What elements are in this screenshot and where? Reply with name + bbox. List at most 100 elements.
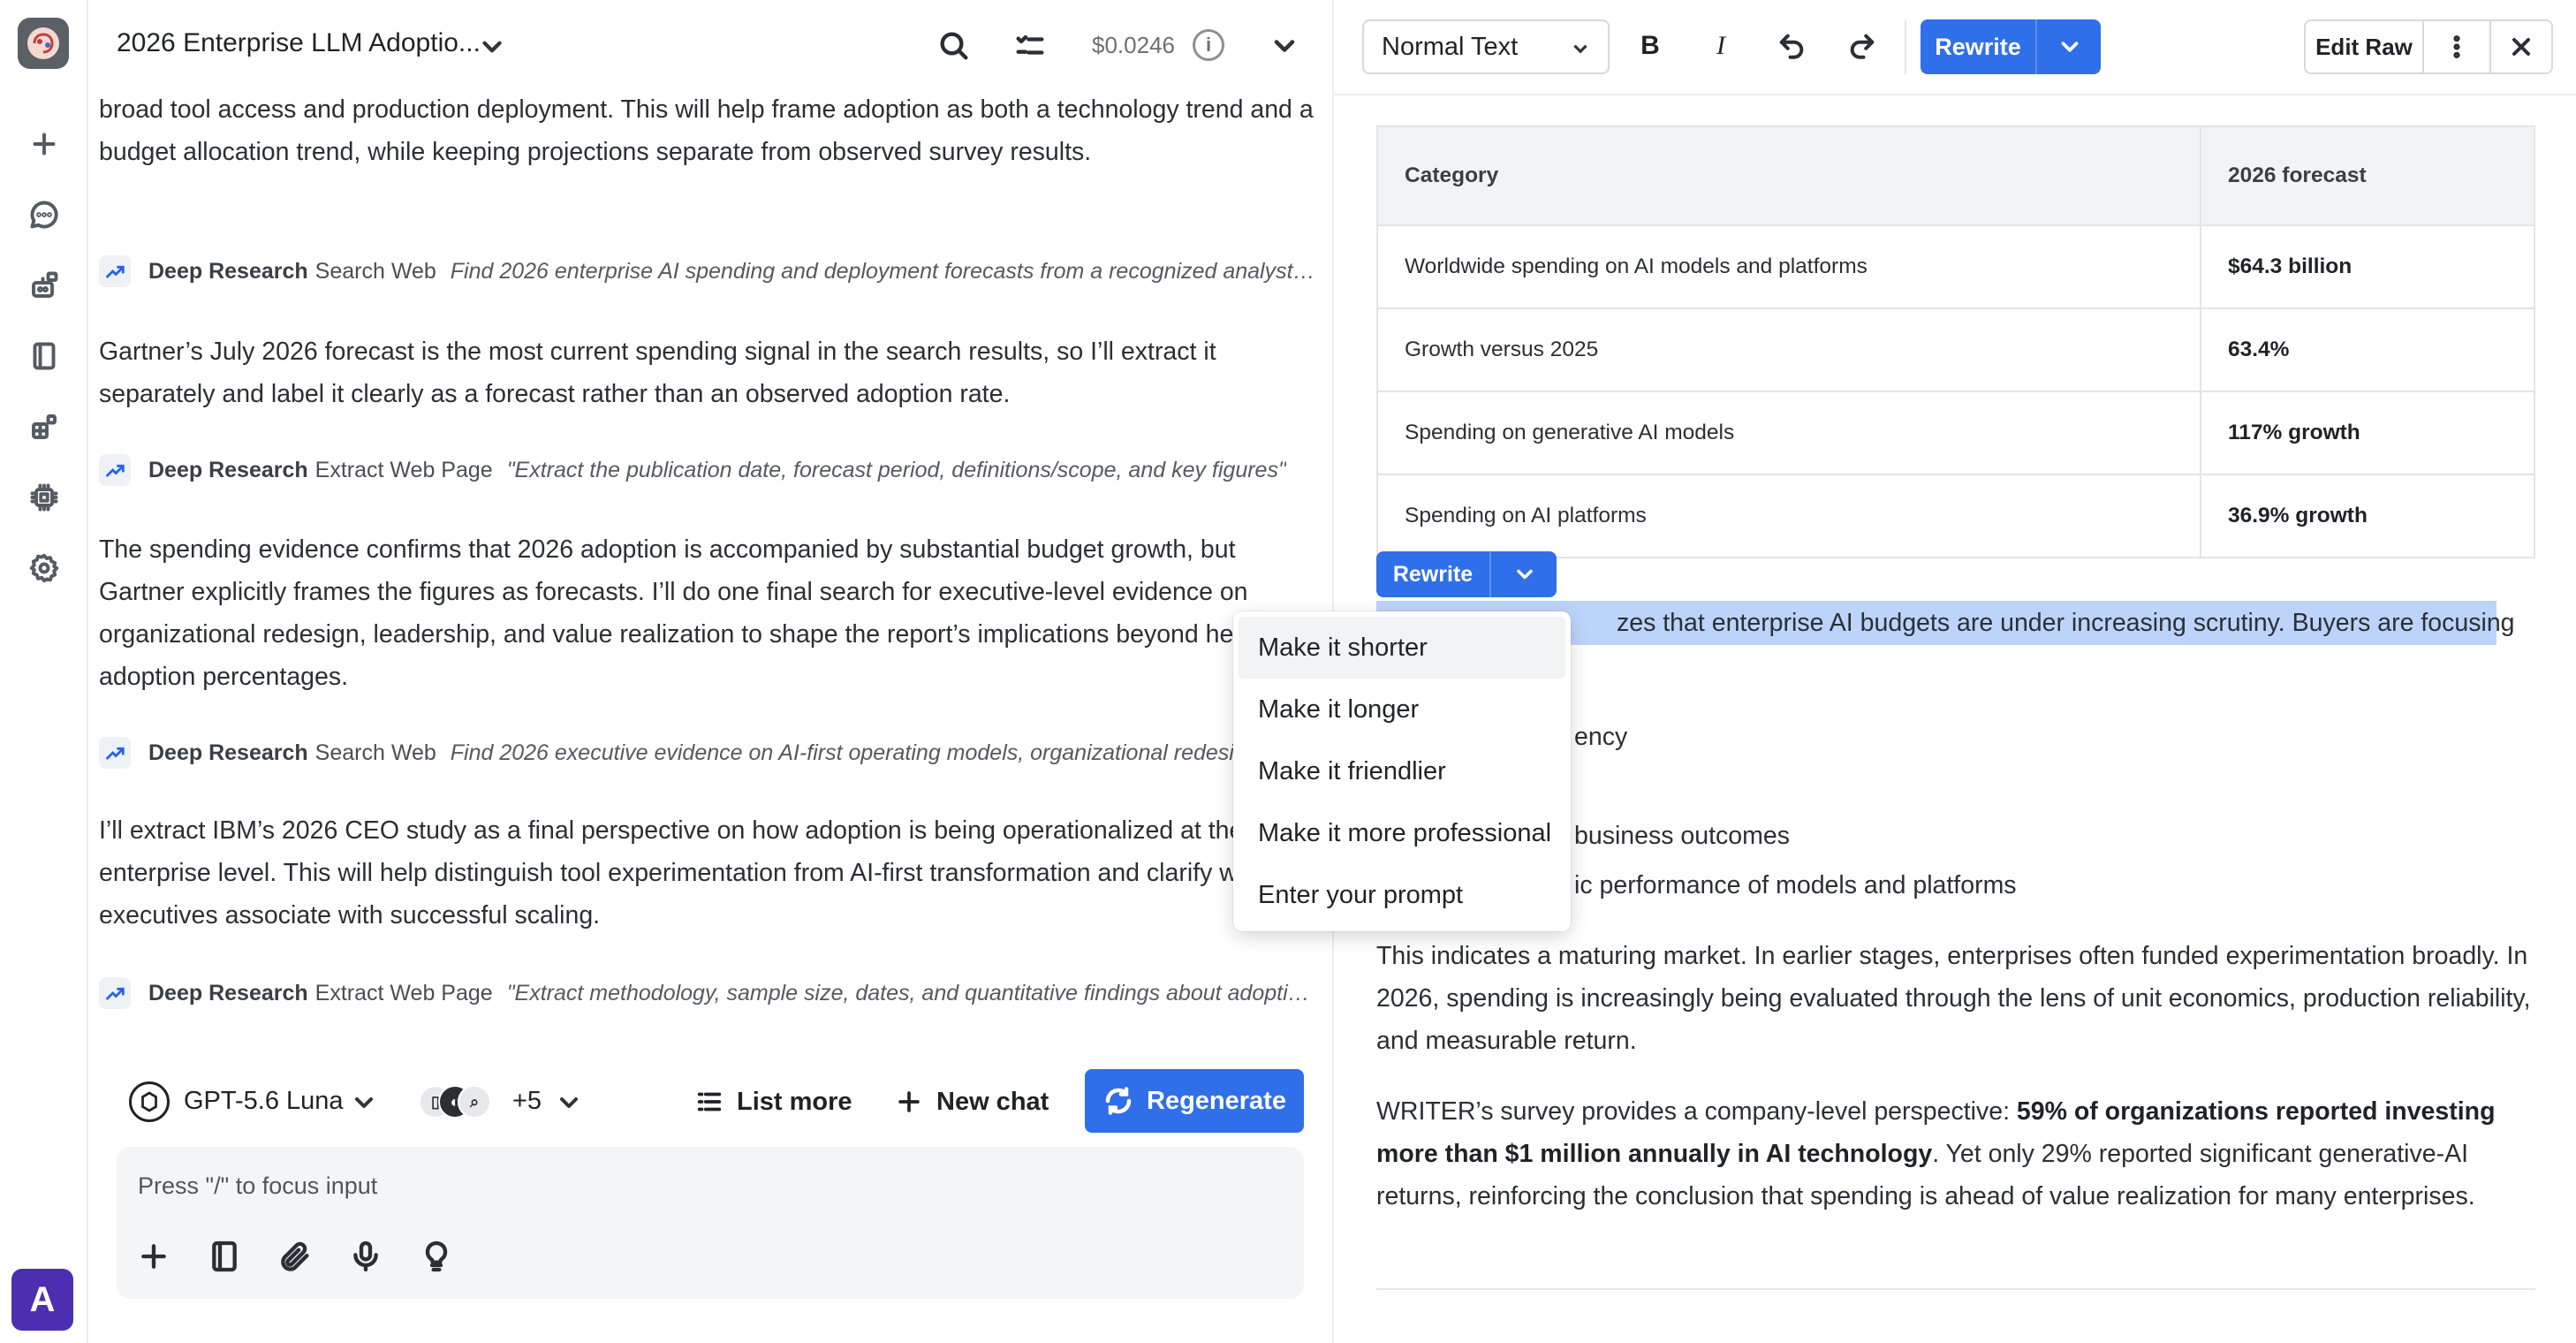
deep-research-icon xyxy=(99,737,131,769)
table-cell: $64.3 billion xyxy=(2200,224,2535,309)
paperclip-icon[interactable] xyxy=(277,1239,316,1278)
lightbulb-icon[interactable] xyxy=(419,1239,458,1278)
tool-call[interactable]: Deep Research Extract Web Page "Extract … xyxy=(99,975,1318,1011)
deep-research-icon xyxy=(99,255,131,287)
tool-name: Deep Research xyxy=(148,740,308,765)
bullet-text: business outcomes xyxy=(1574,822,1790,850)
tool-call[interactable]: Deep Research Search Web Find 2026 enter… xyxy=(99,254,1318,289)
editor-toolbar: Normal Text B I Rewrite Edit Raw xyxy=(1334,0,2576,95)
info-icon[interactable]: i xyxy=(1193,29,1224,61)
inline-rewrite-label[interactable]: Rewrite xyxy=(1376,551,1491,597)
menu-item-make-friendlier[interactable]: Make it friendlier xyxy=(1239,740,1565,802)
chevron-down-icon[interactable] xyxy=(1269,30,1300,62)
table-row: Spending on generative AI models 117% gr… xyxy=(1376,391,2535,475)
tool-name: Deep Research xyxy=(148,457,308,482)
enabled-tools-stack[interactable]: ▯ ◐ ⌕ xyxy=(419,1081,504,1122)
tool-action: Extract Web Page xyxy=(314,457,493,482)
bold-button[interactable]: B xyxy=(1629,25,1671,67)
assistant-paragraph: broad tool access and production deploym… xyxy=(99,95,1314,166)
table-cell: Spending on generative AI models xyxy=(1376,391,2201,475)
deep-research-icon xyxy=(99,454,131,486)
tool-query: Find 2026 enterprise AI spending and dep… xyxy=(450,258,1318,284)
menu-item-enter-prompt[interactable]: Enter your prompt xyxy=(1239,864,1565,926)
chevron-down-icon[interactable] xyxy=(1512,562,1537,587)
chip-icon[interactable] xyxy=(27,480,62,515)
model-selector[interactable]: GPT-5.6 Luna xyxy=(184,1087,344,1116)
table-row: Growth versus 2025 63.4% xyxy=(1376,307,2535,392)
more-tools-count[interactable]: +5 xyxy=(512,1087,542,1116)
inline-rewrite-button: Rewrite xyxy=(1376,551,1557,597)
assistant-paragraph: Gartner’s July 2026 forecast is the most… xyxy=(99,338,1216,408)
tool-action: Extract Web Page xyxy=(314,980,493,1005)
undo-icon[interactable] xyxy=(1770,25,1813,67)
user-avatar[interactable]: A xyxy=(11,1269,73,1331)
chevron-down-icon[interactable] xyxy=(2057,34,2083,60)
deep-research-icon xyxy=(99,977,131,1009)
tool-call[interactable]: Deep Research Extract Web Page "Extract … xyxy=(99,452,1318,488)
list-more-label: List more xyxy=(737,1087,852,1116)
brain-logo-icon xyxy=(27,27,59,59)
assistant-paragraph: I’ll extract IBM’s 2026 CEO study as a f… xyxy=(99,816,1273,929)
apps-icon[interactable] xyxy=(27,409,62,444)
edit-raw-button[interactable]: Edit Raw xyxy=(2304,19,2424,74)
rewrite-menu: Make it shorter Make it longer Make it f… xyxy=(1233,611,1571,931)
chat-input-box xyxy=(117,1147,1304,1299)
task-list-icon[interactable] xyxy=(1012,28,1048,64)
assistant-paragraph: The spending evidence confirms that 2026… xyxy=(99,535,1301,691)
new-chat-button[interactable]: New chat xyxy=(894,1081,1049,1122)
chat-input[interactable] xyxy=(138,1166,1277,1205)
forecast-table: Category 2026 forecast Worldwide spendin… xyxy=(1376,125,2535,558)
tool-name: Deep Research xyxy=(148,980,308,1005)
rewrite-button[interactable]: Rewrite xyxy=(1921,19,2037,74)
left-rail: A xyxy=(0,0,88,1343)
paragraph-text: WRITER’s survey provides a company-level… xyxy=(1376,1097,2017,1126)
body-paragraph: This indicates a maturing market. In ear… xyxy=(1376,942,2531,1055)
openai-model-icon[interactable] xyxy=(129,1081,170,1122)
section-divider xyxy=(1376,1288,2535,1290)
new-chat-label: New chat xyxy=(936,1087,1049,1116)
table-row: Worldwide spending on AI models and plat… xyxy=(1376,224,2535,309)
tool-call[interactable]: Deep Research Search Web Find 2026 execu… xyxy=(99,735,1318,770)
tool-name: Deep Research xyxy=(148,258,308,284)
redo-icon[interactable] xyxy=(1841,25,1883,67)
rewrite-split-button: Rewrite xyxy=(1921,19,2101,74)
tool-action: Search Web xyxy=(314,740,436,765)
close-icon[interactable] xyxy=(2491,19,2553,74)
italic-button[interactable]: I xyxy=(1700,25,1742,67)
tool-query: "Extract the publication date, forecast … xyxy=(506,457,1286,482)
table-cell: Growth versus 2025 xyxy=(1376,307,2201,392)
menu-item-make-shorter[interactable]: Make it shorter xyxy=(1239,617,1565,679)
chevron-down-icon[interactable] xyxy=(477,32,507,62)
tool-query: Find 2026 executive evidence on AI-first… xyxy=(450,740,1259,765)
regenerate-label: Regenerate xyxy=(1147,1086,1286,1115)
cost-display: $0.0246 xyxy=(1092,32,1175,58)
search-icon[interactable] xyxy=(936,28,972,64)
microphone-icon[interactable] xyxy=(348,1239,387,1278)
chat-header: 2026 Enterprise LLM Adoptio... $0.0246 i xyxy=(88,0,1332,94)
notebook-icon[interactable] xyxy=(27,338,62,374)
tool-query: "Extract methodology, sample size, dates… xyxy=(506,980,1318,1005)
app-logo[interactable] xyxy=(18,18,69,69)
new-item-plus-icon[interactable] xyxy=(27,126,62,162)
chevron-down-icon[interactable] xyxy=(555,1089,583,1117)
list-more-button[interactable]: List more xyxy=(694,1081,852,1122)
chevron-down-icon[interactable] xyxy=(350,1089,378,1117)
chat-title[interactable]: 2026 Enterprise LLM Adoptio... xyxy=(117,28,481,58)
menu-item-make-longer[interactable]: Make it longer xyxy=(1239,679,1565,740)
table-cell: 117% growth xyxy=(2200,391,2535,475)
plus-icon[interactable] xyxy=(136,1239,175,1278)
selected-text[interactable]: zes that enterprise AI budgets are under… xyxy=(1617,602,2515,644)
gear-icon[interactable] xyxy=(27,550,62,586)
table-header-cell: 2026 forecast xyxy=(2200,125,2535,226)
refresh-icon xyxy=(1105,1087,1132,1115)
regenerate-button[interactable]: Regenerate xyxy=(1085,1069,1304,1133)
chat-bubble-icon[interactable] xyxy=(27,197,62,232)
notebook-icon[interactable] xyxy=(207,1239,246,1278)
bullet-text: ic performance of models and platforms xyxy=(1574,871,2017,899)
text-style-value: Normal Text xyxy=(1382,32,1519,61)
table-row: Spending on AI platforms 36.9% growth xyxy=(1376,474,2535,558)
text-style-select[interactable]: Normal Text xyxy=(1362,19,1610,74)
agents-icon[interactable] xyxy=(27,268,62,303)
more-vertical-icon[interactable] xyxy=(2424,19,2491,74)
menu-item-make-professional[interactable]: Make it more professional xyxy=(1239,802,1565,864)
